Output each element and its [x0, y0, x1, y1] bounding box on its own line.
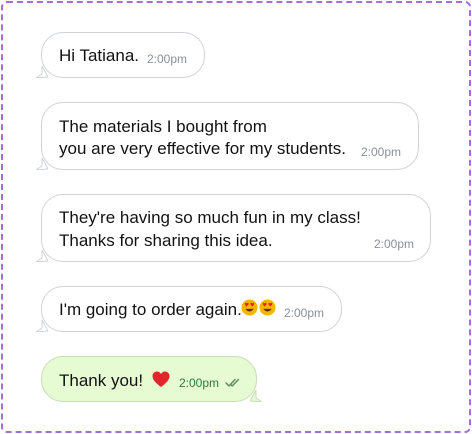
- read-double-check-icon: [225, 378, 240, 387]
- message-text-line: Thanks for sharing this idea.: [59, 231, 273, 250]
- chat-frame: Hi Tatiana. 2:00pm The materials I bough…: [0, 0, 472, 434]
- message-text-line: They're having so much fun in my class!: [59, 208, 361, 227]
- bubble-tail: [36, 158, 48, 170]
- message-bubble-outgoing[interactable]: Thank you! 2:00pm: [41, 356, 257, 402]
- message-bubble-incoming[interactable]: I'm going to order again. 2:00pm: [41, 286, 342, 332]
- message-bubble-incoming[interactable]: They're having so much fun in my class! …: [41, 194, 431, 262]
- message-timestamp: 2:00pm: [147, 52, 188, 66]
- message-text: I'm going to order again.: [59, 300, 242, 319]
- message-text-line: you are very effective for my students.: [59, 139, 346, 158]
- message-bubble-incoming[interactable]: Hi Tatiana. 2:00pm: [41, 32, 205, 78]
- bubble-tail: [36, 66, 48, 78]
- message-timestamp: 2:00pm: [284, 306, 325, 320]
- message-timestamp: 2:00pm: [374, 237, 415, 251]
- message-timestamp: 2:00pm: [361, 145, 402, 159]
- bubble-tail-outgoing: [250, 390, 262, 402]
- message-text-line: The materials I bought from: [59, 117, 267, 136]
- heart-eyes-emoji: [241, 299, 258, 316]
- heart-eyes-emoji: [259, 299, 276, 316]
- message-timestamp: 2:00pm: [179, 376, 220, 390]
- bubble-tail: [36, 320, 48, 332]
- red-heart-icon: [152, 371, 170, 387]
- message-text: Hi Tatiana.: [59, 46, 140, 65]
- message-bubble-incoming[interactable]: The materials I bought from you are very…: [41, 102, 419, 170]
- bubble-tail: [36, 250, 48, 262]
- message-text: Thank you!: [59, 371, 144, 390]
